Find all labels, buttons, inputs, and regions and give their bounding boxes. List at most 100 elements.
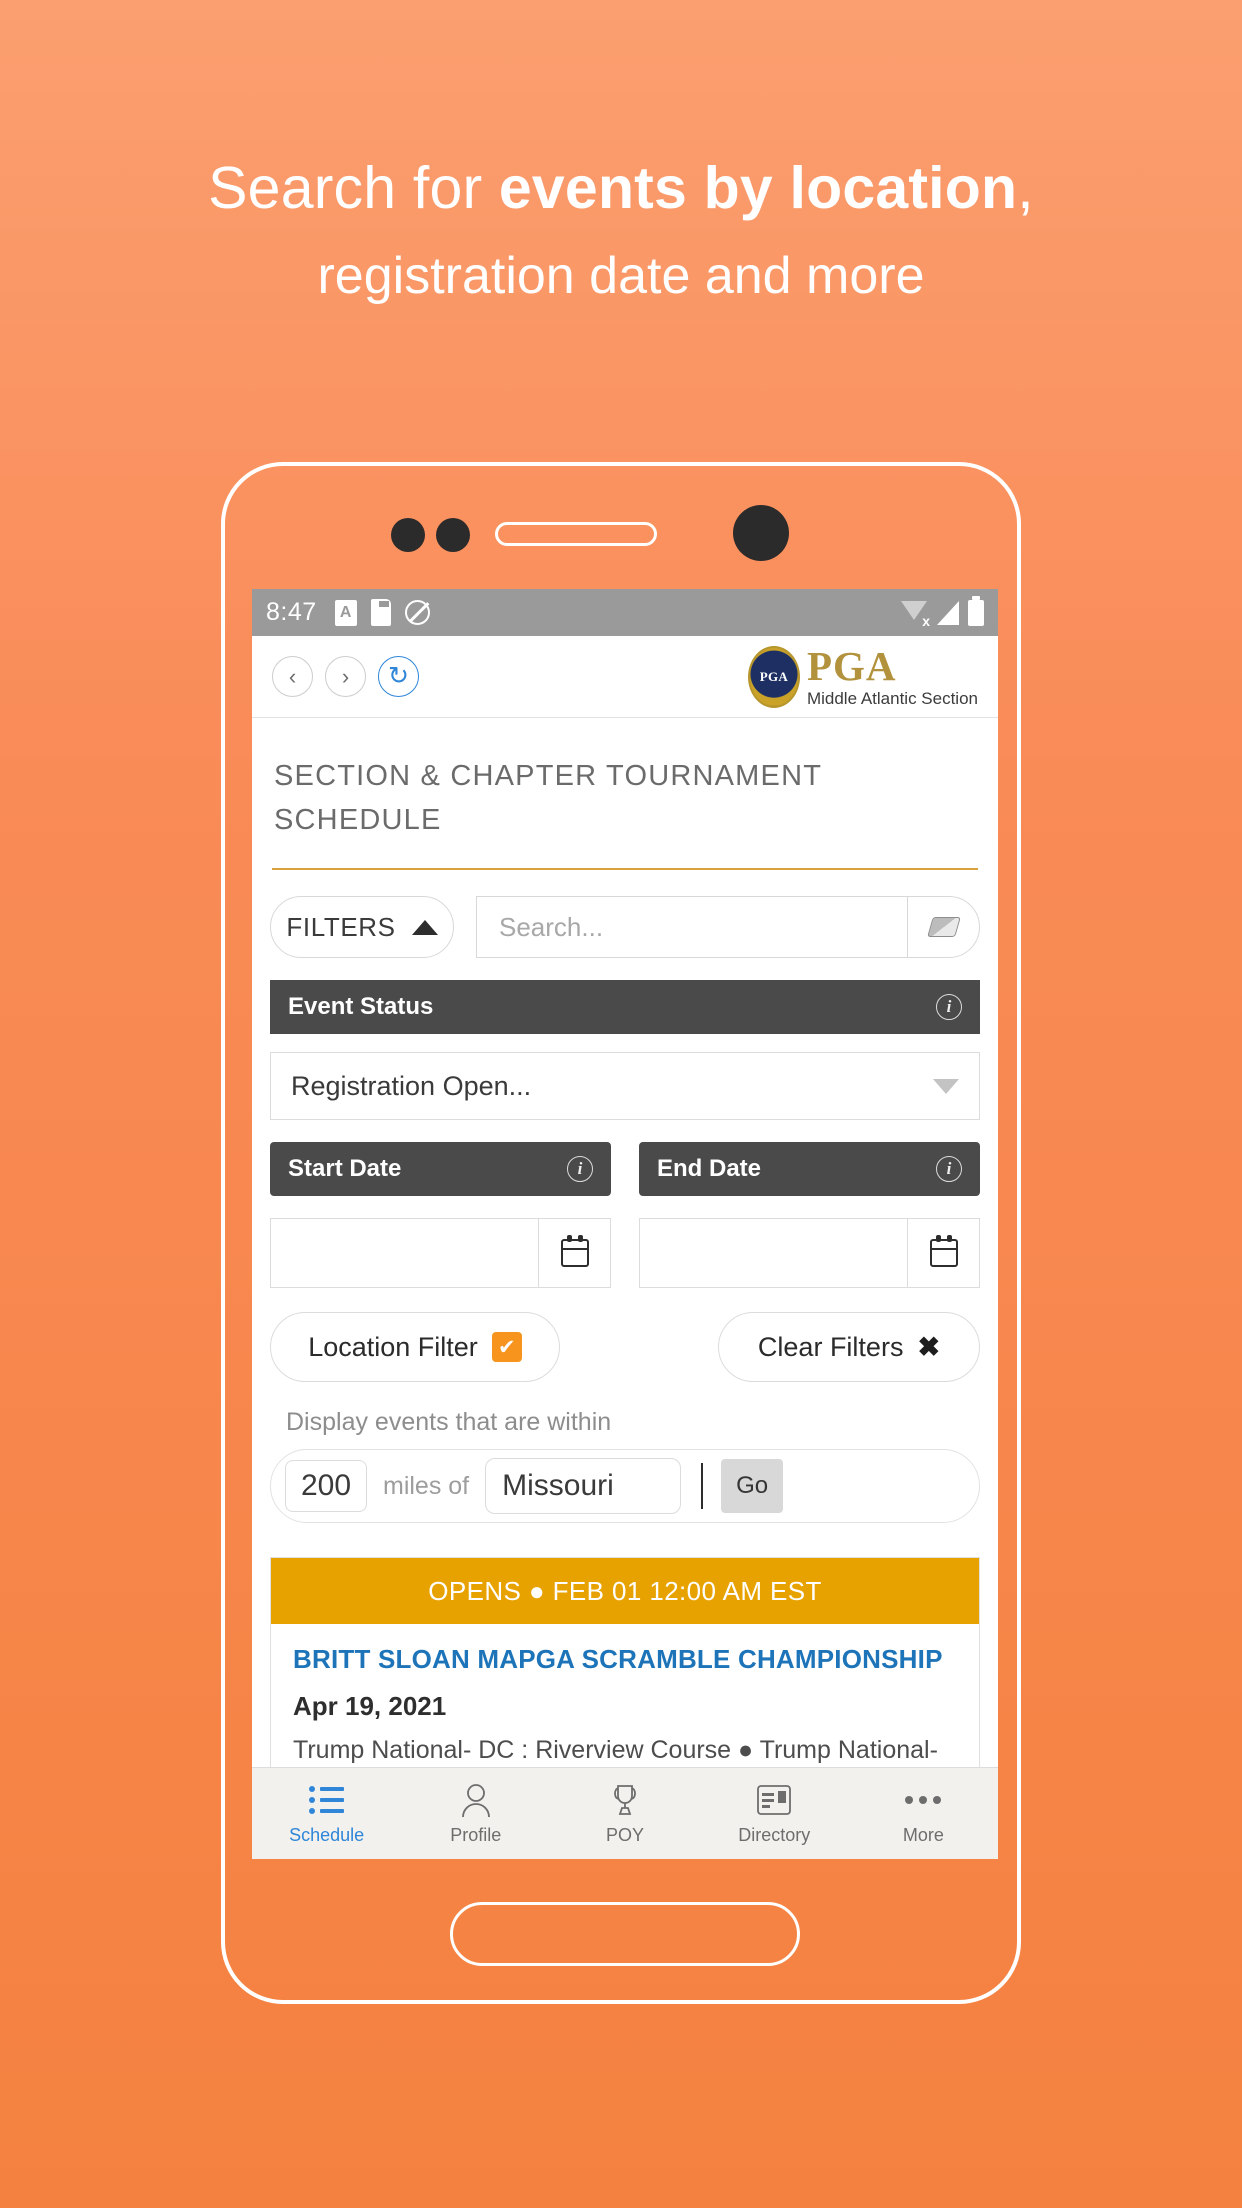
start-date-input[interactable]	[271, 1219, 538, 1287]
title-divider	[272, 868, 978, 870]
keyboard-A-icon: A	[334, 599, 357, 626]
nav-label-schedule: Schedule	[289, 1824, 365, 1845]
event-status-select[interactable]: Registration Open...	[270, 1052, 980, 1120]
start-date-header: Start Date i	[270, 1142, 611, 1196]
promo-line-2: registration date and more	[317, 247, 925, 305]
sd-card-icon	[370, 599, 391, 626]
eraser-icon	[926, 917, 961, 937]
clear-search-button[interactable]	[907, 897, 979, 957]
event-status-selected-value: Registration Open...	[291, 1070, 532, 1101]
nav-label-more: More	[902, 1824, 944, 1845]
sensor-dot-icon	[391, 518, 425, 552]
nav-label-directory: Directory	[738, 1824, 811, 1845]
filters-button-label: FILTERS	[286, 911, 396, 942]
promo-headline: Search for events by location, registrat…	[0, 150, 1242, 312]
end-date-label: End Date	[657, 1155, 762, 1182]
miles-input[interactable]: 200	[285, 1460, 367, 1512]
status-bar: 8:47 A x	[252, 589, 998, 636]
nav-item-directory[interactable]: Directory	[700, 1782, 849, 1846]
sensor-dot-icon	[436, 518, 470, 552]
nav-item-schedule[interactable]: Schedule	[252, 1782, 401, 1846]
event-venue: Trump National- DC : Riverview Course ● …	[293, 1736, 938, 1764]
nav-item-more[interactable]: More	[849, 1782, 998, 1846]
forward-button[interactable]: ›	[325, 656, 366, 697]
id-card-icon	[757, 1782, 792, 1818]
event-status-banner: OPENS ● FEB 01 12:00 AM EST	[271, 1558, 979, 1624]
nav-item-poy[interactable]: POY	[550, 1782, 699, 1846]
start-date-filter: Start Date i	[270, 1142, 611, 1288]
start-date-calendar-button[interactable]	[538, 1219, 610, 1287]
location-filter-button[interactable]: Location Filter ✔	[270, 1312, 560, 1382]
chevron-down-icon	[933, 1078, 959, 1094]
go-button[interactable]: Go	[721, 1459, 784, 1513]
location-filter-label: Location Filter	[308, 1331, 478, 1362]
event-card[interactable]: OPENS ● FEB 01 12:00 AM EST BRITT SLOAN …	[270, 1557, 980, 1779]
miles-of-label: miles of	[383, 1471, 470, 1500]
end-date-field	[639, 1218, 980, 1288]
event-status-header: Event Status i	[270, 980, 980, 1034]
pga-logo-title: PGA	[806, 643, 897, 689]
calendar-icon	[560, 1235, 589, 1267]
promo-line-1: Search for events by location,	[0, 150, 1242, 226]
info-icon[interactable]: i	[936, 1156, 962, 1182]
end-date-header: End Date i	[639, 1142, 980, 1196]
nav-item-profile[interactable]: Profile	[401, 1782, 550, 1846]
wifi-off-icon: x	[901, 600, 930, 628]
page-content: SECTION & CHAPTER TOURNAMENT SCHEDULE FI…	[252, 718, 998, 1779]
location-input[interactable]: Missouri	[485, 1458, 682, 1514]
pga-logo-subtitle: Middle Atlantic Section	[806, 689, 978, 708]
earpiece-speaker	[495, 522, 657, 546]
status-bar-right-icons: x	[901, 595, 984, 628]
end-date-filter: End Date i	[639, 1142, 980, 1288]
promo-line-1-suffix: ,	[1017, 155, 1034, 221]
page-title: SECTION & CHAPTER TOURNAMENT SCHEDULE	[274, 760, 822, 836]
signal-icon	[937, 600, 959, 625]
nav-label-profile: Profile	[450, 1824, 502, 1845]
filter-pill-row: Location Filter ✔ Clear Filters ✖	[270, 1312, 980, 1382]
checkbox-checked-icon[interactable]: ✔	[491, 1332, 522, 1362]
event-card-body: BRITT SLOAN MAPGA SCRAMBLE CHAMPIONSHIP …	[271, 1624, 979, 1778]
front-camera-icon	[733, 505, 789, 561]
nav-label-poy: POY	[606, 1824, 645, 1845]
person-icon	[460, 1782, 492, 1818]
distance-filter-label: Display events that are within	[286, 1408, 612, 1436]
home-button[interactable]	[450, 1902, 800, 1966]
search-bar	[476, 896, 980, 958]
list-icon	[309, 1782, 345, 1818]
event-date: Apr 19, 2021	[293, 1691, 447, 1721]
distance-filter-bar: 200 miles of Missouri Go	[270, 1449, 980, 1523]
close-icon: ✖	[917, 1331, 941, 1362]
end-date-calendar-button[interactable]	[907, 1219, 979, 1287]
battery-icon	[968, 595, 984, 626]
status-bar-time: 8:47	[266, 598, 317, 626]
back-button[interactable]: ‹	[272, 656, 313, 697]
ellipsis-icon	[905, 1782, 942, 1818]
info-icon[interactable]: i	[936, 994, 962, 1020]
start-date-field	[270, 1218, 611, 1288]
pga-seal-text: PGA	[759, 668, 789, 684]
trophy-icon	[608, 1782, 642, 1818]
browser-toolbar: ‹ › ↻ PGA PGA Middle Atlantic Section	[252, 636, 998, 718]
status-bar-left-icons: A	[334, 599, 430, 626]
reload-button[interactable]: ↻	[378, 656, 419, 697]
calendar-icon	[929, 1235, 958, 1267]
date-filter-row: Start Date i End Date i	[270, 1142, 980, 1288]
filters-button[interactable]: FILTERS	[270, 896, 454, 958]
clear-filters-button[interactable]: Clear Filters ✖	[718, 1312, 980, 1382]
pga-logo[interactable]: PGA PGA Middle Atlantic Section	[747, 643, 978, 708]
pga-seal-icon: PGA	[747, 645, 800, 708]
phone-top-bezel	[225, 500, 1017, 570]
event-status-label: Event Status	[288, 993, 434, 1020]
chevron-up-icon	[411, 919, 438, 935]
phone-screen: 8:47 A x ‹ › ↻ PGA PGA Middle Atlantic S…	[252, 589, 998, 1859]
do-not-disturb-icon	[404, 600, 430, 625]
promo-line-1-bold: events by location	[498, 155, 1018, 221]
info-icon[interactable]: i	[567, 1156, 593, 1182]
event-title-link[interactable]: BRITT SLOAN MAPGA SCRAMBLE CHAMPIONSHIP	[293, 1644, 957, 1675]
clear-filters-label: Clear Filters	[757, 1331, 904, 1362]
start-date-label: Start Date	[288, 1155, 402, 1182]
search-input[interactable]	[477, 897, 907, 957]
phone-mockup: 8:47 A x ‹ › ↻ PGA PGA Middle Atlantic S…	[221, 462, 1021, 2004]
end-date-input[interactable]	[640, 1219, 907, 1287]
bottom-navigation: Schedule Profile POY Directory More	[252, 1767, 998, 1859]
